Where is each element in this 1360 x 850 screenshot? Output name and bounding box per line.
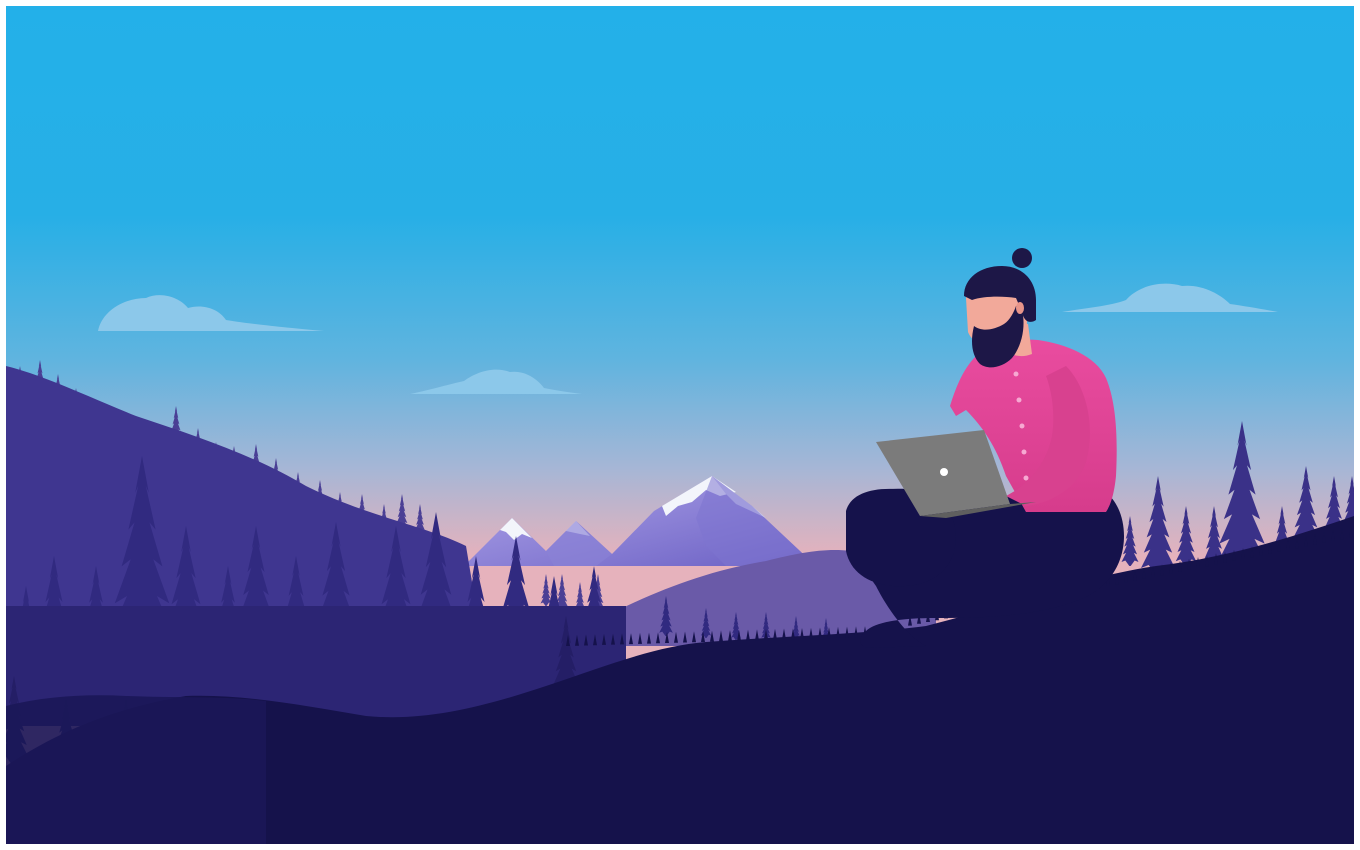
- landscape-illustration: [6, 6, 1354, 844]
- shirt-button: [1023, 475, 1029, 481]
- shirt-button: [1021, 449, 1027, 455]
- shirt-button: [1016, 397, 1022, 403]
- shirt-button: [1013, 371, 1019, 377]
- laptop-logo: [940, 468, 948, 476]
- shirt-button: [1019, 423, 1025, 429]
- foreground-left-mound: [6, 695, 266, 844]
- ear: [1016, 302, 1024, 314]
- image-frame: [0, 0, 1360, 850]
- scene-svg: [6, 6, 1354, 844]
- hair-bun: [1012, 248, 1032, 268]
